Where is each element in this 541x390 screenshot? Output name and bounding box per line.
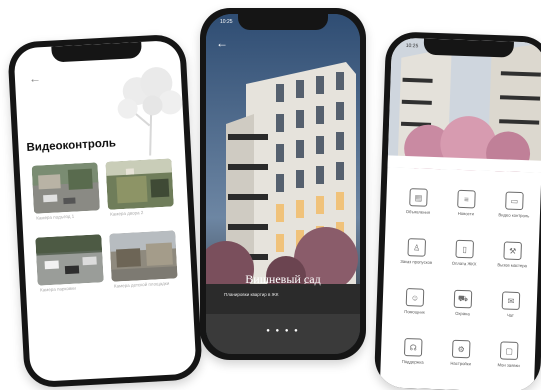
camera-label: Камера детской площадки [113, 280, 170, 289]
service-tile-label: Заказ пропусков [400, 258, 433, 265]
service-tile-label: Помощник [404, 309, 425, 315]
screen-video-control: ← Видеоконтроль Камера подъезд 1 Камера [13, 39, 197, 383]
service-tile[interactable]: ☊ Поддержка [391, 338, 436, 366]
service-tile-label: Охрана [455, 310, 470, 317]
camera-thumb-3[interactable] [35, 234, 104, 286]
service-tile[interactable]: ⛟ Охрана [440, 289, 485, 317]
support-icon: ☺ [405, 288, 425, 307]
service-tile[interactable]: ⚙ Настройки [439, 339, 484, 367]
complex-title: Вишневый сад [245, 272, 321, 286]
service-tile-label: Вызов мастера [497, 262, 528, 269]
service-tile-label: Мои заявки [497, 362, 520, 369]
receipt-icon: ▯ [455, 239, 475, 259]
document-icon: ▤ [409, 188, 428, 207]
service-tile[interactable]: ✉ Чат [488, 291, 533, 319]
service-tile[interactable]: ▤ Объявления [396, 188, 441, 216]
status-time: 10:25 [220, 19, 233, 25]
back-arrow-icon[interactable]: ← [29, 71, 42, 86]
service-tile[interactable]: ▢ Мои заявки [487, 341, 532, 369]
camera-thumb-2[interactable] [105, 158, 174, 210]
notch [238, 14, 328, 30]
screen-menu: 10:25 ▤ Объявления ≡ Новости ▭ Видео контроль… [379, 37, 541, 390]
back-arrow-icon[interactable]: ← [216, 36, 228, 50]
headset-icon: ☊ [403, 338, 423, 357]
camera-thumb-1[interactable] [31, 162, 100, 214]
service-tile-label: Объявления [405, 209, 431, 215]
clipboard-icon: ▢ [499, 341, 519, 361]
service-tile-label: Настройки [450, 360, 472, 367]
service-tile[interactable]: ▯ Оплата ЖКХ [442, 239, 487, 267]
gear-icon: ⚙ [451, 339, 471, 359]
service-tile[interactable]: ♙ Заказ пропусков [394, 238, 439, 266]
camera-label: Камера двора 2 [110, 209, 144, 217]
screen-hero: 10:25 ← Вишневый сад Планировки квартир … [206, 14, 360, 354]
camera-label: Камера парковки [39, 285, 76, 293]
service-tile[interactable]: ⚒ Вызов мастера [490, 241, 535, 269]
tools-icon: ⚒ [503, 241, 522, 261]
service-tile[interactable]: ≡ Новости [444, 189, 489, 217]
camera-label: Камера подъезд 1 [36, 213, 75, 221]
service-tile[interactable]: ☺ Помощник [392, 288, 437, 316]
camera-thumb-4[interactable] [109, 230, 178, 282]
camera-icon: ▭ [505, 191, 524, 211]
phone-residential-complex: 10:25 ← Вишневый сад Планировки квартир … [200, 8, 366, 360]
service-tile-label: Чат [506, 312, 514, 318]
chat-icon: ✉ [501, 291, 521, 311]
service-tile-label: Оплата ЖКХ [451, 260, 477, 267]
phone-video-control: ← Видеоконтроль Камера подъезд 1 Камера [7, 33, 203, 389]
car-icon: ⛟ [453, 289, 473, 309]
service-tile-label: Поддержка [401, 358, 424, 365]
service-tile-label: Видео контроль [498, 212, 530, 219]
carousel-dots[interactable]: ● ● ● ● [206, 328, 360, 334]
notch [423, 38, 514, 58]
complex-subtitle[interactable]: Планировки квартир в ЖК [224, 292, 346, 297]
service-tile-label: Новости [457, 210, 475, 217]
newspaper-icon: ≡ [457, 189, 476, 209]
phone-services-menu: 10:25 ▤ Объявления ≡ Новости ▭ Видео контроль… [373, 31, 541, 390]
header-photo [387, 37, 541, 173]
person-icon: ♙ [407, 238, 427, 257]
service-tile[interactable]: ▭ Видео контроль [492, 191, 537, 219]
status-time: 10:25 [405, 42, 419, 50]
building-photo [206, 14, 360, 354]
